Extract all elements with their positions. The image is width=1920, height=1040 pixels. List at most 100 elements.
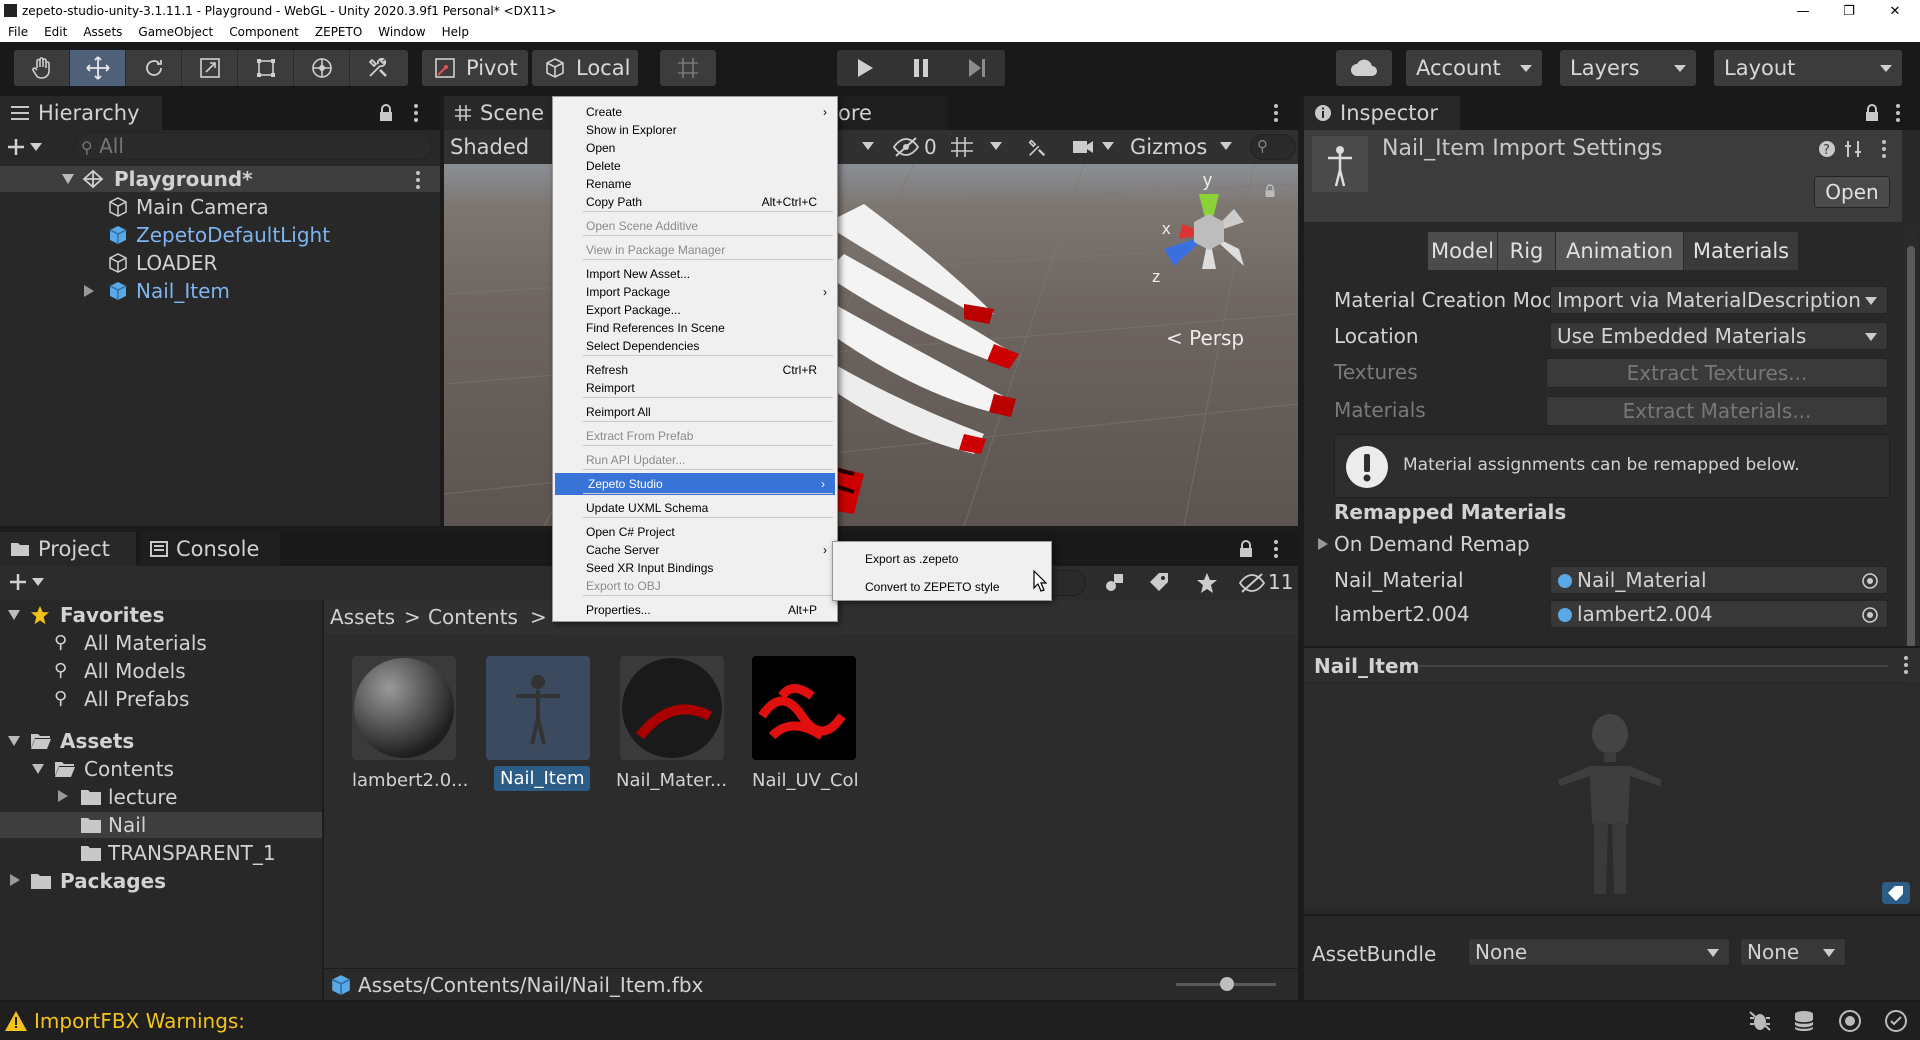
hierarchy-item-nail-item[interactable]: Nail_Item [0,278,440,304]
gizmos-dropdown[interactable]: Gizmos [1130,135,1207,159]
orientation-gizmo[interactable]: y x z [1144,174,1274,304]
scene-menu-icon[interactable] [416,171,420,192]
tree-packages[interactable]: Packages [0,868,322,894]
tree-assets[interactable]: Assets [0,728,322,754]
layers-dropdown[interactable]: Layers [1560,50,1696,86]
snap-toggle[interactable] [660,50,716,86]
lock-icon[interactable] [1864,104,1880,122]
chevron-down-icon[interactable] [1220,142,1232,150]
asset-label-tag-icon[interactable] [1882,882,1910,904]
breadcrumb-assets[interactable]: Assets [330,605,395,629]
tab-store[interactable]: ore [828,96,948,130]
rotate-tool-button[interactable] [126,50,182,86]
layout-dropdown[interactable]: Layout [1714,50,1902,86]
tab-inspector[interactable]: Inspector [1304,96,1460,130]
menu-item-update-uxml-schema[interactable]: Update UXML Schema [553,497,837,519]
expand-arrow-icon[interactable] [8,610,20,620]
scale-tool-button[interactable] [182,50,238,86]
asset-thumb-nail-uv[interactable] [752,656,856,760]
asset-thumb-nail-material[interactable] [620,656,724,760]
menu-help[interactable]: Help [434,22,477,42]
lock-icon[interactable] [1238,540,1254,558]
menu-edit[interactable]: Edit [36,22,75,42]
tree-lecture[interactable]: lecture [0,784,322,810]
step-button[interactable] [949,50,1005,86]
assetbundle-dropdown[interactable]: None [1468,938,1730,966]
expand-arrow-icon[interactable] [10,874,20,886]
location-dropdown[interactable]: Use Embedded Materials [1550,322,1888,350]
expand-arrow-icon[interactable] [8,736,20,746]
visibility-off-icon[interactable] [892,136,920,158]
transform-tool-button[interactable] [294,50,350,86]
breadcrumb-contents[interactable]: Contents [428,605,518,629]
tab-materials[interactable]: Materials [1684,232,1798,270]
menu-item-properties[interactable]: Properties... Alt+P [553,599,837,621]
asset-thumb-lambert[interactable] [352,656,456,760]
pause-button[interactable] [893,50,949,86]
menu-item-reimport-all[interactable]: Reimport All [553,401,837,423]
extract-textures-button[interactable]: Extract Textures... [1546,358,1888,388]
project-create-button[interactable] [8,572,44,592]
label-tag-icon[interactable] [1148,572,1170,594]
tree-transparent[interactable]: TRANSPARENT_1 [0,840,322,866]
tree-all-prefabs[interactable]: ⚲ All Prefabs [0,686,322,712]
hierarchy-menu-icon[interactable] [414,104,418,125]
rect-tool-button[interactable] [238,50,294,86]
check-circle-icon[interactable] [1884,1009,1908,1033]
hierarchy-item-loader[interactable]: LOADER [0,250,440,276]
create-button[interactable] [6,134,46,160]
tree-all-materials[interactable]: ⚲ All Materials [0,630,322,656]
open-button[interactable]: Open [1814,176,1890,208]
remap-object-field[interactable]: lambert2.004 [1550,600,1888,628]
tab-project[interactable]: Project [0,532,136,566]
hierarchy-item-zepeto-light[interactable]: ZepetoDefaultLight [0,222,440,248]
chevron-down-icon[interactable] [862,142,874,150]
tab-console[interactable]: Console [140,532,280,566]
maximize-button[interactable]: ❐ [1826,0,1872,22]
material-creation-dropdown[interactable]: Import via MaterialDescription [1550,286,1888,314]
menu-item-zepeto-studio[interactable]: Zepeto Studio › [555,473,835,495]
expand-arrow-icon[interactable] [84,285,94,297]
pivot-toggle[interactable]: Pivot [422,50,528,86]
menu-window[interactable]: Window [370,22,433,42]
extract-materials-button[interactable]: Extract Materials... [1546,396,1888,426]
expand-arrow-icon[interactable] [62,174,74,184]
component-menu-icon[interactable] [1882,140,1886,161]
project-menu-icon[interactable] [1274,540,1278,561]
help-icon[interactable]: ? [1818,140,1836,158]
tree-nail[interactable]: Nail [0,812,322,838]
play-button[interactable] [837,50,893,86]
preset-settings-icon[interactable] [1844,140,1862,158]
account-dropdown[interactable]: Account [1406,50,1542,86]
close-button[interactable]: ✕ [1872,0,1918,22]
status-message[interactable]: ImportFBX Warnings: [34,1009,245,1033]
local-toggle[interactable]: Local [532,50,638,86]
lock-icon[interactable] [378,104,394,122]
menu-item-select-dependencies[interactable]: Select Dependencies [553,335,837,357]
filter-type-icon[interactable] [1104,572,1126,594]
visibility-off-icon[interactable] [1238,572,1266,594]
inspector-menu-icon[interactable] [1896,104,1900,125]
chevron-down-icon[interactable] [990,142,1002,150]
scene-row[interactable]: Playground* [0,166,440,192]
tree-all-models[interactable]: ⚲ All Models [0,658,322,684]
menu-item-convert-zepeto-style[interactable]: Convert to ZEPETO style [833,576,1051,598]
minimize-button[interactable]: — [1780,0,1826,22]
hierarchy-item-main-camera[interactable]: Main Camera [0,194,440,220]
assetbundle-variant-dropdown[interactable]: None [1740,938,1846,966]
slider-handle[interactable] [1220,977,1234,991]
tab-scene[interactable]: Scene [444,96,554,130]
lighting-icon[interactable] [1838,1009,1862,1033]
custom-tool-button[interactable] [350,50,406,86]
scene-search-input[interactable]: ⚲ [1250,134,1296,160]
shading-mode-dropdown[interactable]: Shaded [450,135,529,159]
object-picker-icon[interactable] [1861,572,1879,590]
menu-zepeto[interactable]: ZEPETO [307,22,370,42]
tree-favorites[interactable]: Favorites [0,602,322,628]
database-icon[interactable] [1792,1010,1816,1032]
tab-model[interactable]: Model [1428,232,1498,270]
remap-object-field[interactable]: Nail_Material [1550,566,1888,594]
move-tool-button[interactable] [70,50,126,86]
lock-icon[interactable] [1264,184,1276,198]
on-demand-remap-foldout[interactable]: On Demand Remap [1318,532,1718,560]
